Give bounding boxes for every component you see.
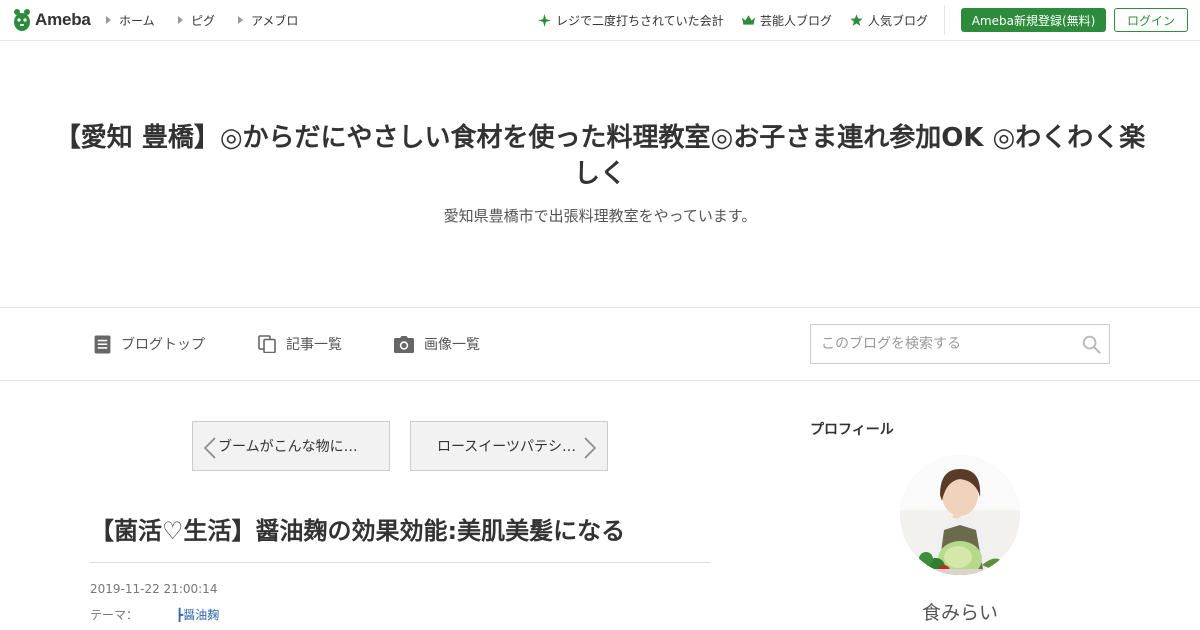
menu-article-list-label: 記事一覧 xyxy=(286,337,342,353)
login-button[interactable]: ログイン xyxy=(1114,8,1188,32)
blog-description: 愛知県豊橋市で出張料理教室をやっています。 xyxy=(443,207,757,225)
prev-article-title: ブームがこんな物に… xyxy=(218,439,358,455)
document-icon xyxy=(94,335,111,353)
popular-blog-label: 人気ブログ xyxy=(868,13,929,28)
theme-label: テーマ： xyxy=(90,608,139,622)
menu-image-list[interactable]: 画像一覧 xyxy=(394,308,480,380)
profile-name[interactable]: 食みらい xyxy=(810,598,1110,625)
blog-title[interactable]: 【愛知 豊橋】◎からだにやさしい食材を使った料理教室◎お子さま連れ参加OK ◎わ… xyxy=(50,120,1150,192)
menu-blog-top-label: ブログトップ xyxy=(121,337,205,353)
chevron-right-icon xyxy=(584,437,597,459)
profile-avatar[interactable] xyxy=(900,455,1020,575)
trending-topic-label: レジで二度打ちされていた会計 xyxy=(556,13,724,28)
camera-icon xyxy=(394,335,414,353)
blog-search-input[interactable] xyxy=(811,325,1071,363)
nav-home[interactable]: ホーム xyxy=(106,0,155,40)
profile-photo xyxy=(900,455,1020,575)
celebrity-blog-link[interactable]: 芸能人ブログ xyxy=(742,0,832,40)
popular-blog-link[interactable]: 人気ブログ xyxy=(850,0,928,40)
article-title-divider xyxy=(90,562,710,563)
article-date: 2019-11-22 21:00:14 xyxy=(90,582,218,596)
nav-pigg[interactable]: ピグ xyxy=(178,0,215,40)
ameba-mascot-icon xyxy=(14,9,30,31)
triangle-right-icon xyxy=(106,16,111,24)
triangle-right-icon xyxy=(238,16,243,24)
star-icon xyxy=(850,13,863,26)
register-button[interactable]: Ameba新規登録(無料) xyxy=(961,8,1106,32)
global-header: Ameba ホーム ピグ アメブロ レジで二度打ちされていた会計 芸能人ブログ … xyxy=(0,0,1200,41)
nav-home-label: ホーム xyxy=(119,13,155,28)
crown-icon xyxy=(742,14,755,25)
nav-ameblo[interactable]: アメブロ xyxy=(238,0,298,40)
header-divider xyxy=(944,5,945,35)
blog-search xyxy=(810,324,1110,364)
trending-topic-link[interactable]: レジで二度打ちされていた会計 xyxy=(538,0,724,40)
menu-blog-top[interactable]: ブログトップ xyxy=(94,308,205,380)
menu-article-list[interactable]: 記事一覧 xyxy=(258,308,342,380)
blog-menu-bar: ブログトップ 記事一覧 画像一覧 xyxy=(0,307,1200,381)
nav-ameblo-label: アメブロ xyxy=(251,13,299,28)
theme-link[interactable]: ┣醤油麹 xyxy=(176,606,219,623)
profile-heading: プロフィール xyxy=(810,422,894,438)
next-article-button[interactable]: ロースイーツパテシ… xyxy=(410,421,608,471)
nav-pigg-label: ピグ xyxy=(191,13,216,28)
triangle-right-icon xyxy=(178,16,183,24)
search-icon[interactable] xyxy=(1082,335,1101,354)
ameba-logo[interactable]: Ameba xyxy=(12,8,91,32)
copy-icon xyxy=(258,335,276,353)
article-title[interactable]: 【菌活♡生活】醤油麹の効果効能:美肌美髪になる xyxy=(90,511,625,546)
chevron-left-icon xyxy=(203,437,216,459)
next-article-title: ロースイーツパテシ… xyxy=(437,439,577,455)
menu-image-list-label: 画像一覧 xyxy=(424,337,480,353)
sparkle-icon xyxy=(538,13,551,27)
prev-article-button[interactable]: ブームがこんな物に… xyxy=(192,421,390,471)
celebrity-blog-label: 芸能人ブログ xyxy=(760,13,833,28)
logo-text: Ameba xyxy=(35,10,91,29)
